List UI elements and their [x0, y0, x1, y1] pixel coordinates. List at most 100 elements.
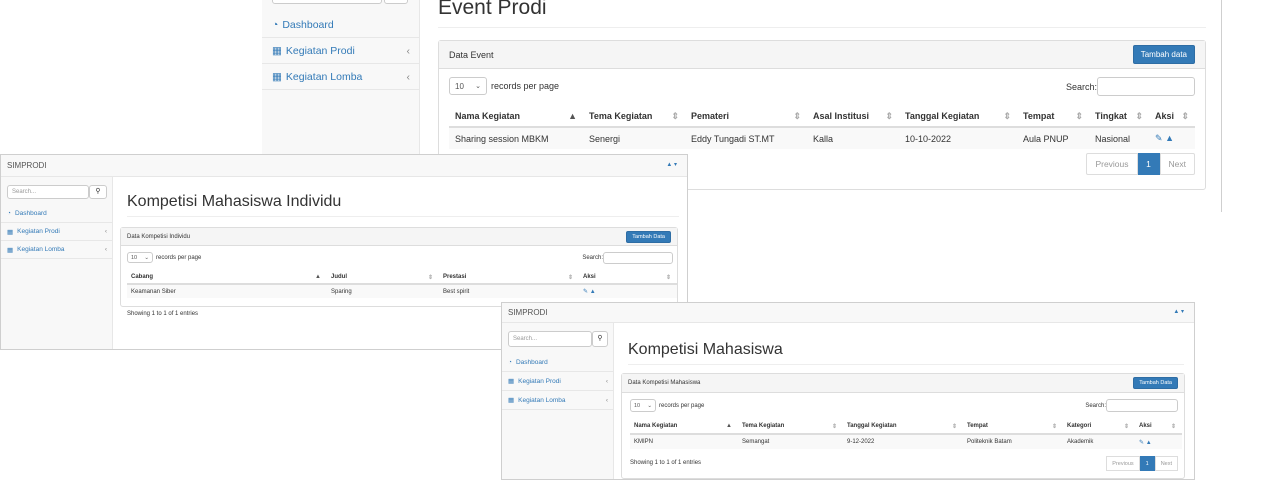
chart-icon: ▦	[272, 44, 282, 57]
page-1-button[interactable]: 1	[1137, 153, 1160, 175]
column-header[interactable]: Tanggal Kegiatan ⇕	[843, 419, 963, 435]
panel-heading: Data Event	[449, 49, 494, 60]
edit-icon[interactable]: ✎	[1155, 133, 1163, 143]
column-header[interactable]: Asal Institusi ⇕	[807, 105, 899, 128]
kompetisi-mahasiswa-window: SIMPRODI ▲ ▾ Search... ⚲ ◔ Dashboard ▦ K…	[501, 302, 1195, 480]
table-info: Showing 1 to 1 of 1 entries	[630, 460, 702, 466]
user-icon[interactable]: ▲	[1146, 440, 1152, 446]
dashboard-icon: ◔	[272, 18, 279, 31]
top-navbar: SIMPRODI ▲ ▾	[502, 303, 1194, 323]
sidebar-item-kegiatan-prodi[interactable]: ▦ Kegiatan Prodi ‹	[502, 372, 614, 391]
column-header[interactable]: Tanggal Kegiatan ⇕	[899, 105, 1017, 128]
panel-heading: Data Kompetisi Individu	[127, 233, 191, 240]
chart-icon: ▦	[272, 70, 282, 83]
next-page-button[interactable]: Next	[1159, 153, 1195, 175]
dashboard-icon: ◔	[7, 210, 11, 217]
column-header[interactable]: Tempat ⇕	[963, 419, 1063, 435]
chart-icon: ▦	[7, 228, 14, 236]
records-per-page-select[interactable]: 10 ⌄	[630, 399, 656, 412]
records-per-page-select[interactable]: 10 ⌄	[127, 252, 153, 263]
previous-page-button[interactable]: Previous	[1106, 456, 1140, 471]
column-header[interactable]: Pemateri ⇕	[685, 105, 807, 128]
chevron-left-icon: ‹	[605, 396, 608, 404]
sidebar-item-label: Kegiatan Lomba	[17, 246, 65, 253]
records-per-page-select[interactable]: 10 ⌄	[449, 77, 487, 95]
competition-table: Nama Kegiatan ▲ Tema Kegiatan ⇕ Tanggal Ke…	[630, 419, 1182, 449]
records-per-page-label: records per page	[156, 254, 202, 261]
column-header[interactable]: Aksi ⇕	[579, 270, 677, 285]
chevron-down-icon: ⌄	[144, 254, 149, 261]
edit-icon[interactable]: ✎	[1139, 440, 1144, 446]
sidebar-item-label: Kegiatan Lomba	[518, 396, 566, 404]
chevron-left-icon: ‹	[605, 377, 608, 385]
table-search-input[interactable]	[1097, 77, 1195, 96]
column-header[interactable]: Tingkat ⇕	[1089, 105, 1149, 128]
search-label: Search:	[1085, 402, 1106, 409]
user-menu-icon[interactable]: ▲ ▾	[1173, 308, 1184, 315]
table-info: Showing 1 to 1 of 1 entries	[127, 311, 199, 317]
column-header[interactable]: Judul ⇕	[327, 270, 439, 285]
sidebar-item-dashboard[interactable]: ◔ Dashboard	[502, 353, 614, 372]
column-header[interactable]: Cabang ▲	[127, 270, 327, 285]
search-icon[interactable]: ⚲	[89, 185, 107, 199]
chevron-left-icon: ‹	[406, 70, 411, 83]
user-icon[interactable]: ▲	[1165, 133, 1174, 143]
column-header[interactable]: Tema Kegiatan ⇕	[583, 105, 685, 128]
sidebar: Search... ⚲ ◔ Dashboard ▦ Kegiatan Prodi…	[502, 323, 614, 479]
sidebar-item-kegiatan-prodi[interactable]: ▦ Kegiatan Prodi ‹	[1, 223, 113, 241]
sidebar-item-label: Dashboard	[515, 358, 548, 366]
data-panel: Data Kompetisi Individu Tambah Data 10 ⌄…	[120, 227, 678, 307]
page-title: Kompetisi Mahasiswa Individu	[127, 193, 679, 217]
column-header[interactable]: Tema Kegiatan ⇕	[738, 419, 843, 435]
column-header[interactable]: Kategori ⇕	[1063, 419, 1135, 435]
chart-icon: ▦	[7, 246, 14, 254]
next-page-button[interactable]: Next	[1154, 456, 1178, 471]
sidebar-item-label: Kegiatan Lomba	[285, 70, 363, 83]
user-menu-icon[interactable]: ▲ ▾	[666, 161, 677, 168]
records-per-page-label: records per page	[491, 81, 560, 91]
add-data-button[interactable]: Tambah data	[1132, 45, 1195, 64]
chart-icon: ▦	[508, 378, 515, 385]
column-header[interactable]: Nama Kegiatan ▲	[449, 105, 583, 128]
dashboard-icon: ◔	[508, 358, 512, 366]
search-label: Search:	[1065, 81, 1097, 92]
sidebar-item-label: Kegiatan Prodi	[518, 377, 561, 385]
chevron-down-icon: ⌄	[647, 402, 652, 409]
sidebar-item-label: Dashboard	[14, 210, 47, 217]
column-header[interactable]: Nama Kegiatan ▲	[630, 419, 738, 435]
edit-icon[interactable]: ✎	[583, 289, 588, 295]
sidebar-item-kegiatan-lomba[interactable]: ▦ Kegiatan Lomba ‹	[1, 241, 113, 259]
column-header[interactable]: Aksi ⇕	[1149, 105, 1195, 128]
search-label: Search:	[582, 255, 603, 261]
search-icon[interactable]: ⚲	[592, 331, 608, 347]
previous-page-button[interactable]: Previous	[1086, 153, 1138, 175]
sidebar-item-dashboard[interactable]: ◔ Dashboard	[1, 205, 113, 223]
add-data-button[interactable]: Tambah Data	[626, 230, 671, 243]
column-header[interactable]: Tempat ⇕	[1017, 105, 1089, 128]
add-data-button[interactable]: Tambah Data	[1133, 377, 1178, 389]
sidebar-search-input[interactable]: Search...	[7, 185, 89, 199]
sidebar-item-label: Kegiatan Prodi	[285, 44, 355, 57]
sidebar-item-kegiatan-lomba[interactable]: ▦ Kegiatan Lomba ‹	[262, 64, 420, 90]
user-icon[interactable]: ▲	[590, 289, 596, 295]
chevron-left-icon: ‹	[104, 246, 107, 253]
sidebar-search-button[interactable]	[384, 0, 408, 4]
sidebar-search-input[interactable]: Search...	[508, 331, 592, 347]
sidebar-item-kegiatan-prodi[interactable]: ▦ Kegiatan Prodi ‹	[262, 38, 420, 64]
competition-table: Cabang ▲ Judul ⇕ Prestasi ⇕ Aksi ⇕ Keamanan …	[127, 270, 677, 298]
column-header[interactable]: Aksi ⇕	[1135, 419, 1182, 435]
sidebar-item-kegiatan-lomba[interactable]: ▦ Kegiatan Lomba ‹	[502, 391, 614, 410]
panel-heading: Data Kompetisi Mahasiswa	[628, 380, 701, 386]
sidebar-item-dashboard[interactable]: ◔ Dashboard	[262, 12, 420, 38]
sidebar-search-input[interactable]	[272, 0, 382, 4]
events-table: Nama Kegiatan ▲ Tema Kegiatan ⇕ Pemateri ⇕ …	[449, 105, 1195, 149]
top-navbar: SIMPRODI ▲ ▾	[1, 155, 687, 177]
table-search-input[interactable]	[1106, 399, 1178, 412]
table-search-input[interactable]	[603, 252, 673, 264]
sidebar-item-label: Dashboard	[282, 18, 334, 31]
table-row: Sharing session MBKM Senergi Eddy Tungad…	[449, 126, 1195, 149]
page-1-button[interactable]: 1	[1139, 456, 1155, 471]
chevron-left-icon: ‹	[104, 228, 107, 235]
column-header[interactable]: Prestasi ⇕	[439, 270, 579, 285]
page-title: Kompetisi Mahasiswa	[628, 341, 1184, 365]
